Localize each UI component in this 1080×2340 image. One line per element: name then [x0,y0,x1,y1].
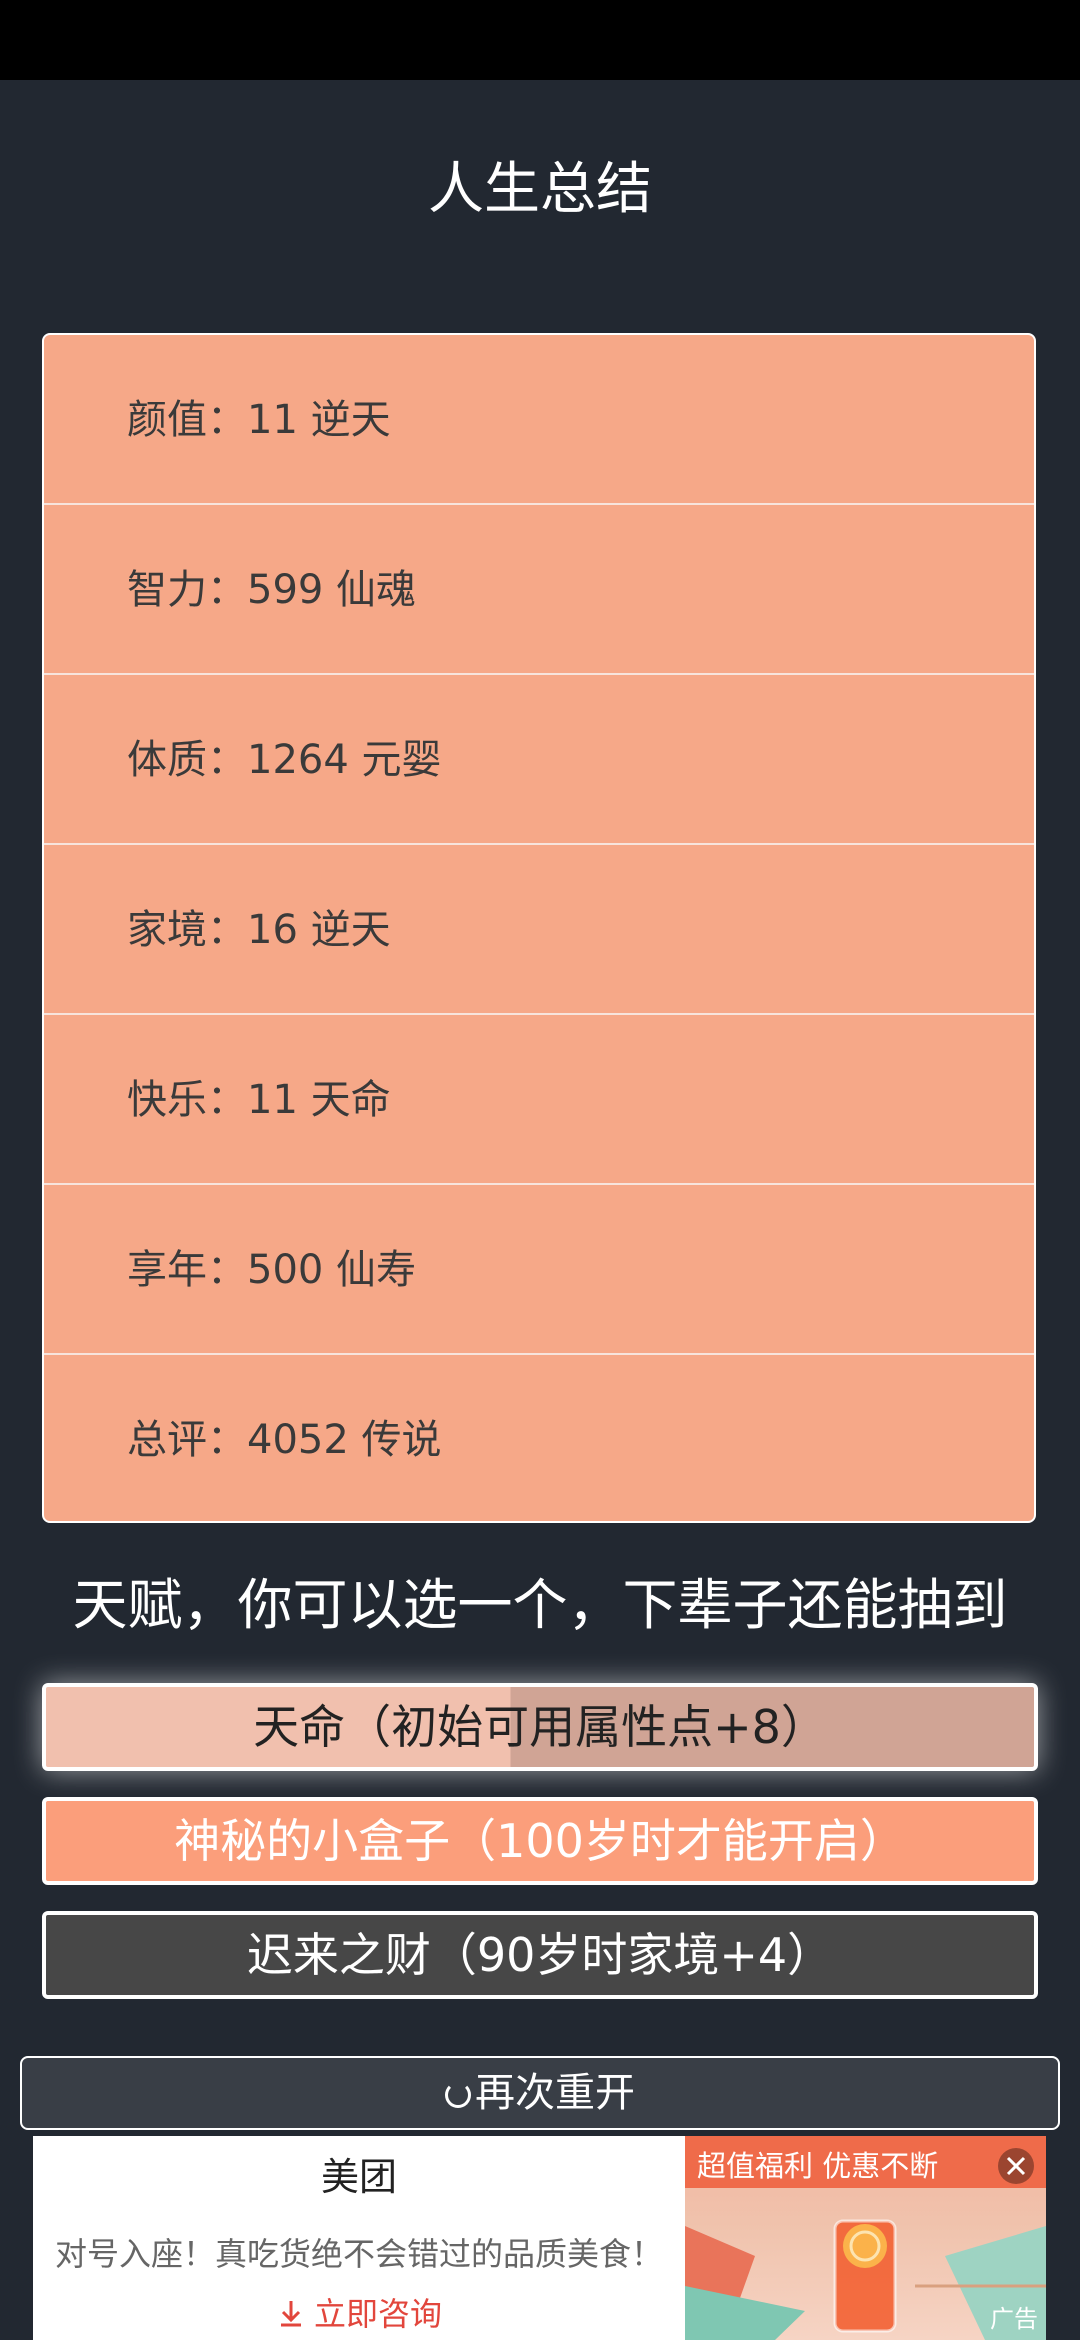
ad-brand: 美团 [320,2155,397,2199]
talent-option-2[interactable]: 神秘的小盒子（100岁时才能开启） [42,1797,1038,1885]
ad-image[interactable]: 超值福利 优惠不断 广告 [685,2136,1046,2340]
ad-promo-text: 超值福利 优惠不断 [697,2149,939,2183]
page-title: 人生总结 [428,157,652,222]
talent-heading: 天赋，你可以选一个，下辈子还能抽到 [72,1573,1008,1637]
restart-button[interactable]: 再次重开 [20,2056,1060,2130]
refresh-icon [445,2082,471,2108]
ad-label: 广告 [990,2305,1038,2333]
summary-row-text: 智力：599 仙魂 [127,567,417,613]
ad-close-button[interactable] [998,2148,1034,2184]
talent-option-3[interactable]: 迟来之财（90岁时家境+4） [42,1911,1038,1999]
ad-cta-label: 立即咨询 [313,2295,442,2333]
ad-banner[interactable]: 美团 对号入座！真吃货绝不会错过的品质美食！ 立即咨询 超值福利 优惠不断 广告 [33,2136,1046,2340]
status-bar [0,0,1080,80]
summary-row-text: 颜值：11 逆天 [127,397,391,443]
summary-row-family: 家境：16 逆天 [44,845,1034,1015]
ad-description: 对号入座！真吃货绝不会错过的品质美食！ [54,2235,663,2273]
ad-cta-button[interactable]: 立即咨询 [33,2292,685,2336]
summary-row-appearance: 颜值：11 逆天 [44,335,1034,505]
summary-row-intelligence: 智力：599 仙魂 [44,505,1034,675]
download-icon [280,2301,301,2327]
summary-row-overall: 总评：4052 传说 [44,1355,1034,1521]
summary-row-text: 享年：500 仙寿 [127,1247,417,1293]
summary-row-text: 体质：1264 元婴 [127,737,442,783]
summary-row-constitution: 体质：1264 元婴 [44,675,1034,845]
restart-label: 再次重开 [475,2070,635,2116]
summary-row-text: 家境：16 逆天 [127,907,391,953]
talent-option-1[interactable]: 天命（初始可用属性点+8） [42,1683,1038,1771]
summary-row-text: 总评：4052 传说 [127,1417,442,1463]
summary-row-happiness: 快乐：11 天命 [44,1015,1034,1185]
summary-row-text: 快乐：11 天命 [127,1077,391,1123]
summary-card: 颜值：11 逆天 智力：599 仙魂 体质：1264 元婴 家境：16 逆天 快… [42,333,1036,1523]
summary-row-lifespan: 享年：500 仙寿 [44,1185,1034,1355]
close-icon [1006,2156,1026,2176]
